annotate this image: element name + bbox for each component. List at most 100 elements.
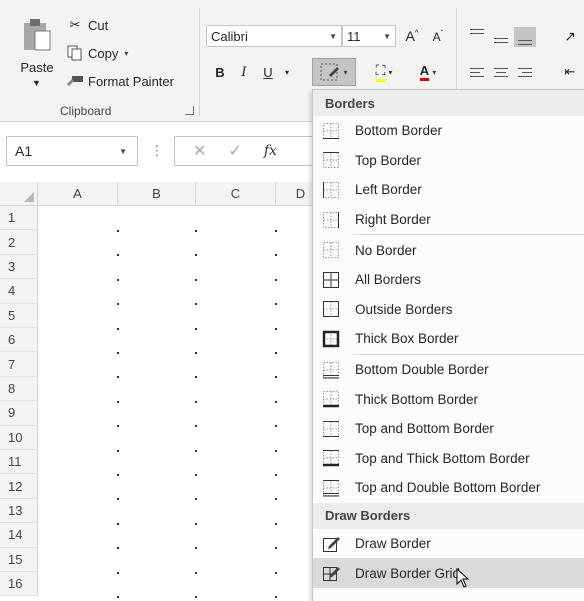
bottom-align-button[interactable] <box>514 27 536 47</box>
cell-dot <box>195 352 197 354</box>
row-header-9[interactable]: 9 <box>0 401 38 426</box>
paintbrush-icon <box>66 73 84 89</box>
menu-item-label: All Borders <box>355 272 422 288</box>
align-right-button[interactable] <box>514 62 536 82</box>
row-header-4[interactable]: 4 <box>0 279 38 304</box>
cell-dot <box>195 571 197 574</box>
row-header-12[interactable]: 12 <box>0 474 38 499</box>
enter-icon[interactable]: ✓ <box>228 141 241 161</box>
menu-item-draw-border[interactable]: Draw Border <box>313 529 584 559</box>
cell-dot <box>195 425 197 428</box>
borders-dropdown-menu: Borders Bottom Border Top Border Left Bord… <box>312 89 584 601</box>
row-header-1[interactable]: 1 <box>0 206 38 231</box>
middle-align-button[interactable] <box>490 27 512 47</box>
align-left-button[interactable] <box>466 62 488 82</box>
menu-item-label: Top Border <box>355 152 422 168</box>
row-header-8[interactable]: 8 <box>0 376 38 402</box>
chevron-down-icon[interactable]: ▾ <box>124 49 128 58</box>
align-center-button[interactable] <box>490 62 512 82</box>
chevron-down-icon[interactable]: ▼ <box>119 147 127 156</box>
cell-dot <box>195 327 197 330</box>
row-header-5[interactable]: 5 <box>0 303 38 328</box>
bold-button[interactable]: B <box>210 60 230 84</box>
italic-button[interactable]: I <box>234 60 254 84</box>
menu-item-right-border[interactable]: Right Border <box>313 205 584 235</box>
borders-button[interactable]: ▾ <box>312 58 356 86</box>
menu-item-label: Bottom Double Border <box>355 362 489 378</box>
cell-dot <box>275 327 277 330</box>
cell-dot <box>117 522 119 525</box>
dialog-launcher-icon[interactable] <box>185 106 194 115</box>
orientation-button[interactable]: ↗ <box>556 25 584 47</box>
chevron-down-icon: ▾ <box>432 67 437 77</box>
font-size-select[interactable]: 11 ▼ <box>342 25 396 47</box>
menu-item-bottom-double-border[interactable]: Bottom Double Border <box>313 355 584 385</box>
row-header-7[interactable]: 7 <box>0 352 38 377</box>
format-painter-button[interactable]: Format Painter <box>66 70 174 92</box>
chevron-down-icon: ▾ <box>284 67 289 77</box>
thick-box-border-icon <box>322 330 340 348</box>
row-header-11[interactable]: 11 <box>0 450 38 475</box>
cut-button[interactable]: ✂ Cut <box>66 14 109 36</box>
name-box[interactable]: A1 ▼ <box>6 136 138 166</box>
cell-dot <box>195 278 197 281</box>
menu-item-draw-border-grid[interactable]: Draw Border Grid <box>313 558 584 588</box>
menu-item-top-and-thick-bottom-border[interactable]: Top and Thick Bottom Border <box>313 444 584 474</box>
menu-item-top-and-double-bottom-border[interactable]: Top and Double Bottom Border <box>313 473 584 503</box>
row-header-6[interactable]: 6 <box>0 328 38 353</box>
underline-icon: U <box>263 64 273 80</box>
row-header-2[interactable]: 2 <box>0 230 38 255</box>
grow-font-button[interactable]: A^ <box>400 25 424 47</box>
row-header-16[interactable]: 16 <box>0 572 38 597</box>
select-all-triangle-icon <box>24 192 34 202</box>
formula-bar-grip[interactable]: ⋮ <box>150 142 164 159</box>
column-header-b[interactable]: B <box>118 182 196 206</box>
menu-item-all-borders[interactable]: All Borders <box>313 265 584 295</box>
copy-button[interactable]: Copy ▾ <box>66 42 128 64</box>
row-header-15[interactable]: 15 <box>0 547 38 572</box>
decrease-indent-button[interactable]: ⇤ <box>556 60 584 84</box>
top-and-bottom-border-icon <box>323 420 339 437</box>
menu-item-bottom-border[interactable]: Bottom Border <box>313 116 584 146</box>
menu-item-top-and-bottom-border[interactable]: Top and Bottom Border <box>313 414 584 444</box>
copy-icon <box>66 45 84 61</box>
column-header-a[interactable]: A <box>38 182 118 206</box>
row-header-10[interactable]: 10 <box>0 425 38 450</box>
italic-icon: I <box>241 64 247 80</box>
font-color-button[interactable]: A ▾ <box>408 60 448 84</box>
shrink-font-button[interactable]: Aˇ <box>426 25 450 47</box>
chevron-down-icon: ▾ <box>343 67 348 77</box>
chevron-down-icon[interactable]: ▼ <box>383 32 391 41</box>
column-header-c[interactable]: C <box>196 182 276 206</box>
cell-dot <box>275 376 277 379</box>
chevron-down-icon[interactable]: ▼ <box>32 78 41 88</box>
top-and-double-bottom-border-icon <box>323 479 339 497</box>
cell-dot <box>195 498 197 501</box>
cancel-icon[interactable]: ✕ <box>193 141 206 161</box>
cell-dot <box>275 425 277 428</box>
font-name-select[interactable]: Calibri ▼ <box>206 25 342 47</box>
select-all-button[interactable] <box>0 182 38 206</box>
underline-button[interactable]: U <box>258 60 278 84</box>
row-header-14[interactable]: 14 <box>0 523 38 548</box>
menu-section-draw-borders: Draw Borders <box>313 502 584 529</box>
row-header-3[interactable]: 3 <box>0 254 38 280</box>
insert-function-icon[interactable]: fx <box>264 143 277 159</box>
row-header-13[interactable]: 13 <box>0 498 38 524</box>
menu-item-top-border[interactable]: Top Border <box>313 146 584 176</box>
menu-item-left-border[interactable]: Left Border <box>313 175 584 205</box>
fill-color-button[interactable]: ⛶ ▾ <box>364 60 404 84</box>
underline-dropdown[interactable]: ▾ <box>280 60 294 84</box>
menu-item-outside-borders[interactable]: Outside Borders <box>313 295 584 325</box>
draw-borders-menu-items: Draw Border Draw Border Grid <box>313 529 584 588</box>
menu-item-thick-box-border[interactable]: Thick Box Border <box>313 324 584 354</box>
clipboard-group-label: Clipboard <box>60 104 112 118</box>
paste-button[interactable]: Paste ▼ <box>14 12 60 96</box>
menu-item-thick-bottom-border[interactable]: Thick Bottom Border <box>313 384 584 414</box>
menu-item-no-border[interactable]: No Border <box>313 235 584 265</box>
chevron-down-icon[interactable]: ▼ <box>329 32 337 41</box>
menu-section-borders: Borders <box>313 90 584 116</box>
top-align-button[interactable] <box>466 27 488 47</box>
menu-item-label: Thick Box Border <box>355 331 459 347</box>
all-borders-icon <box>323 271 339 288</box>
